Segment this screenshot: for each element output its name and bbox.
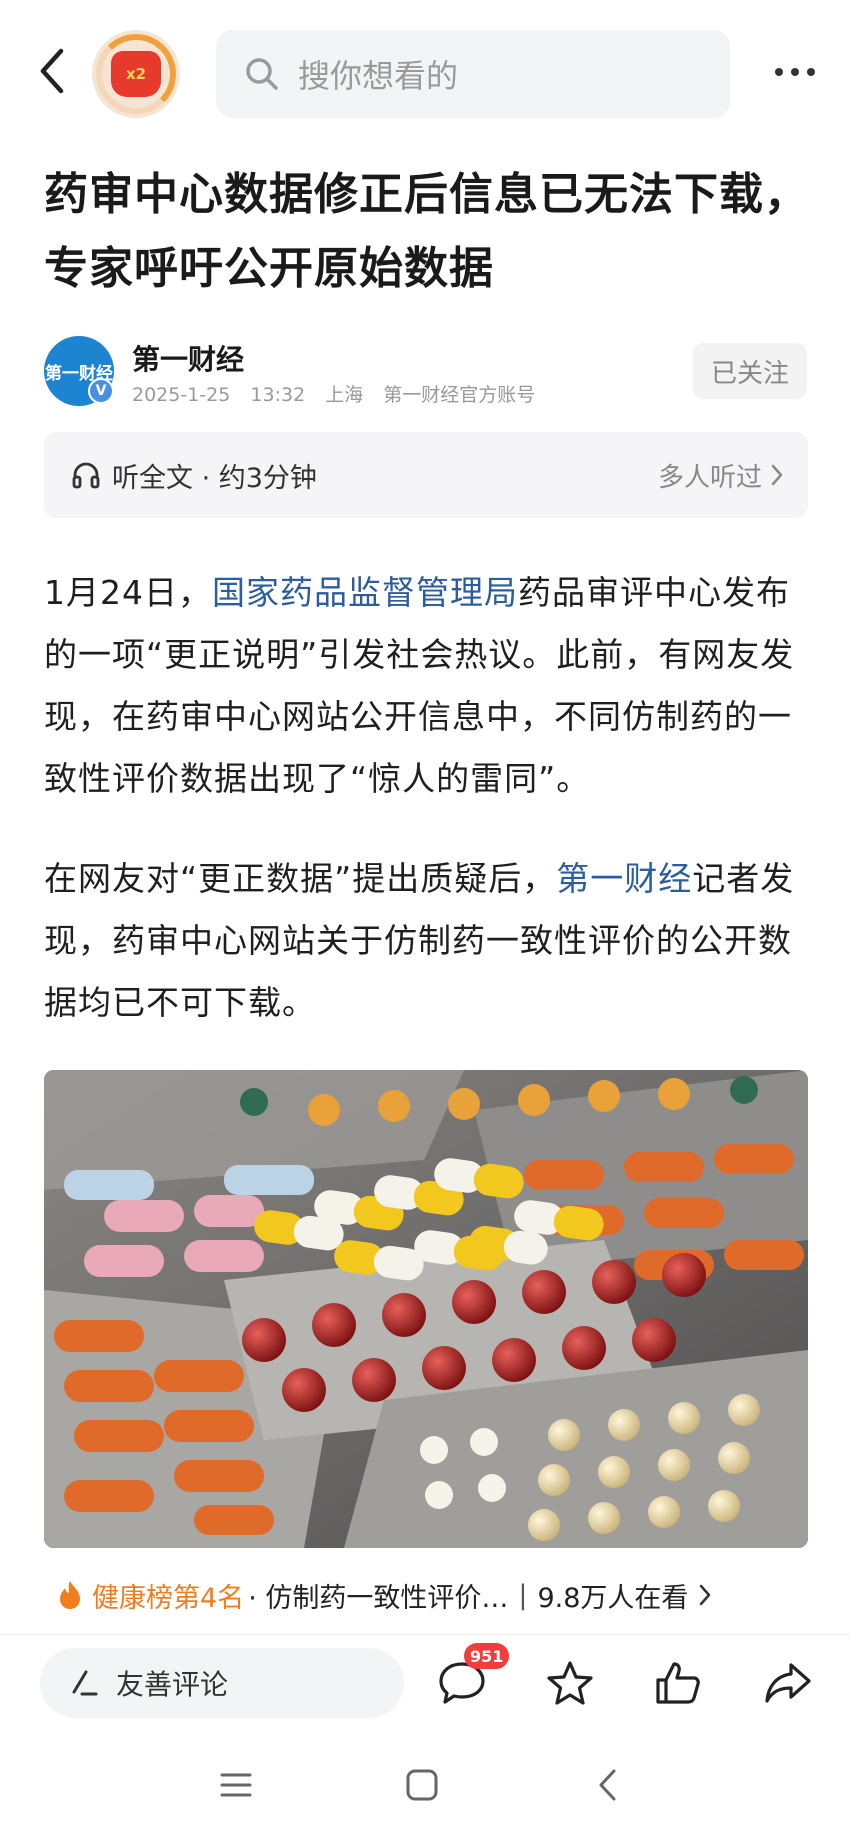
back-arrow-icon: [40, 48, 64, 94]
hot-rank-label: 健康榜第4名: [92, 1582, 245, 1614]
viewer-count: 9.8万人在看: [537, 1582, 689, 1614]
entity-link-yicai[interactable]: 第一财经: [556, 859, 692, 898]
hot-topic-label: · 仿制药一致性评价…: [248, 1582, 509, 1614]
comment-input[interactable]: 友善评论: [40, 1648, 404, 1718]
pills-illustration: [44, 1070, 808, 1548]
hot-list-bar[interactable]: 健康榜第4名 · 仿制药一致性评价… | 9.8万人在看: [56, 1570, 796, 1620]
verified-badge-icon: V: [88, 378, 114, 404]
system-back-button[interactable]: [578, 1760, 638, 1810]
article-paragraph-2: 在网友对“更正数据”提出质疑后，第一财经记者发现，药审中心网站关于仿制药一致性评…: [44, 848, 812, 1034]
share-button[interactable]: [756, 1651, 820, 1715]
top-bar: x2 搜你想看的: [0, 0, 850, 150]
author-meta: 2025-1-25 13:32 上海 第一财经官方账号: [132, 380, 535, 407]
article-title: 药审中心数据修正后信息已无法下载，专家呼吁公开原始数据: [44, 169, 809, 294]
recent-apps-button[interactable]: [206, 1760, 266, 1810]
thumbs-up-icon: [656, 1662, 700, 1704]
comment-count-badge: 951: [464, 1643, 510, 1669]
red-packet-icon: x2: [111, 51, 161, 97]
paragraph-text: 在网友对“更正数据”提出质疑后，: [44, 859, 557, 898]
follow-button[interactable]: 已关注: [693, 343, 807, 399]
search-icon: [246, 58, 278, 90]
account-type: 第一财经官方账号: [383, 384, 536, 406]
listen-label: 听全文 · 约3分钟: [112, 462, 317, 494]
publish-date: 2025-1-25: [132, 384, 231, 406]
reward-multiplier: x2: [125, 65, 147, 83]
chevron-right-icon: [700, 1584, 711, 1606]
verified-mark: V: [95, 383, 107, 399]
chevron-right-icon: [771, 464, 783, 486]
pen-icon: [72, 1670, 98, 1696]
back-button[interactable]: [32, 46, 72, 96]
menu-lines-icon: [220, 1773, 252, 1797]
listeners-link[interactable]: 多人听过: [658, 457, 784, 494]
search-placeholder: 搜你想看的: [298, 57, 459, 95]
publish-time: 13:32: [250, 384, 306, 406]
publish-location: 上海: [325, 384, 364, 406]
reward-badge[interactable]: x2: [92, 30, 180, 118]
favorite-button[interactable]: [538, 1651, 602, 1715]
home-button[interactable]: [392, 1760, 452, 1810]
back-chevron-icon: [599, 1769, 616, 1801]
comment-placeholder: 友善评论: [116, 1668, 229, 1701]
divider: |: [518, 1579, 528, 1611]
star-icon: [547, 1661, 593, 1705]
home-square-icon: [406, 1769, 438, 1801]
system-navigation-bar: [0, 1730, 850, 1832]
comments-button[interactable]: 951: [430, 1643, 510, 1715]
fire-icon: [60, 1581, 80, 1609]
like-button[interactable]: [646, 1651, 710, 1715]
listen-full-text-bar[interactable]: 听全文 · 约3分钟 多人听过: [44, 432, 808, 518]
paragraph-text: 1月24日，: [44, 573, 212, 612]
headphones-icon: [72, 462, 100, 489]
more-options-button[interactable]: [768, 52, 822, 92]
more-dots-icon: [775, 68, 783, 76]
bottom-action-bar: 友善评论 951: [0, 1634, 850, 1730]
author-name[interactable]: 第一财经: [132, 338, 244, 378]
article-photo-pills[interactable]: [44, 1070, 808, 1548]
listeners-label: 多人听过: [657, 462, 762, 493]
entity-link-nmpa[interactable]: 国家药品监督管理局: [212, 573, 518, 612]
article-paragraph-1: 1月24日，国家药品监督管理局药品审评中心发布的一项“更正说明”引发社会热议。此…: [44, 562, 812, 810]
share-arrow-icon: [765, 1663, 811, 1703]
search-input[interactable]: 搜你想看的: [216, 30, 730, 118]
